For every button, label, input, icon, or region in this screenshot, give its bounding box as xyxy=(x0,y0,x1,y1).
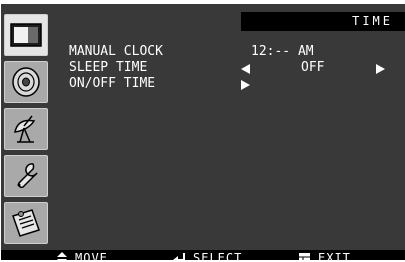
sleep-time-value: OFF xyxy=(301,60,325,75)
sidebar-item-channel[interactable] xyxy=(4,108,48,150)
sidebar-item-setup[interactable] xyxy=(4,155,48,197)
menu-item-on-off-time[interactable]: ON/OFF TIME xyxy=(69,76,250,92)
menu-title: TIME xyxy=(241,12,405,31)
menu-item-manual-clock[interactable]: MANUAL CLOCK 12:-- AM xyxy=(69,44,314,60)
satellite-dish-icon xyxy=(14,115,36,143)
tv-osd-menu: TIME MANUAL CLOCK 12:-- AM SLEEP TIME OF… xyxy=(1,4,405,260)
hint-move-label: MOVE xyxy=(75,251,108,260)
menu-grid-icon xyxy=(299,252,310,260)
sidebar-item-picture[interactable] xyxy=(4,14,48,56)
arrow-right-icon[interactable] xyxy=(241,80,250,90)
manual-clock-value: 12:-- AM xyxy=(251,44,314,59)
menu-item-sleep-time[interactable]: SLEEP TIME OFF xyxy=(69,60,385,76)
wrench-icon xyxy=(17,163,38,189)
menu-item-label: SLEEP TIME xyxy=(69,60,148,75)
hint-select: SELECT xyxy=(173,250,242,260)
arrow-right-icon[interactable] xyxy=(376,64,385,74)
menu-sidebar xyxy=(1,4,51,250)
sidebar-item-sound[interactable] xyxy=(4,61,48,103)
sidebar-item-features[interactable] xyxy=(4,202,48,244)
hint-exit-label: EXIT xyxy=(318,251,351,260)
hint-exit: EXIT xyxy=(299,250,351,260)
key-hint-bar: MOVE SELECT EXIT xyxy=(1,250,405,260)
hint-select-label: SELECT xyxy=(193,251,243,260)
speaker-icon xyxy=(12,67,40,97)
menu-item-label: ON/OFF TIME xyxy=(69,76,156,91)
up-down-arrow-icon xyxy=(57,252,67,260)
arrow-left-icon[interactable] xyxy=(241,64,250,74)
hint-move: MOVE xyxy=(57,250,108,260)
enter-icon xyxy=(173,253,185,260)
menu-item-label: MANUAL CLOCK xyxy=(69,44,163,59)
clipboard-icon xyxy=(12,209,40,237)
tv-screen-icon xyxy=(10,23,42,47)
